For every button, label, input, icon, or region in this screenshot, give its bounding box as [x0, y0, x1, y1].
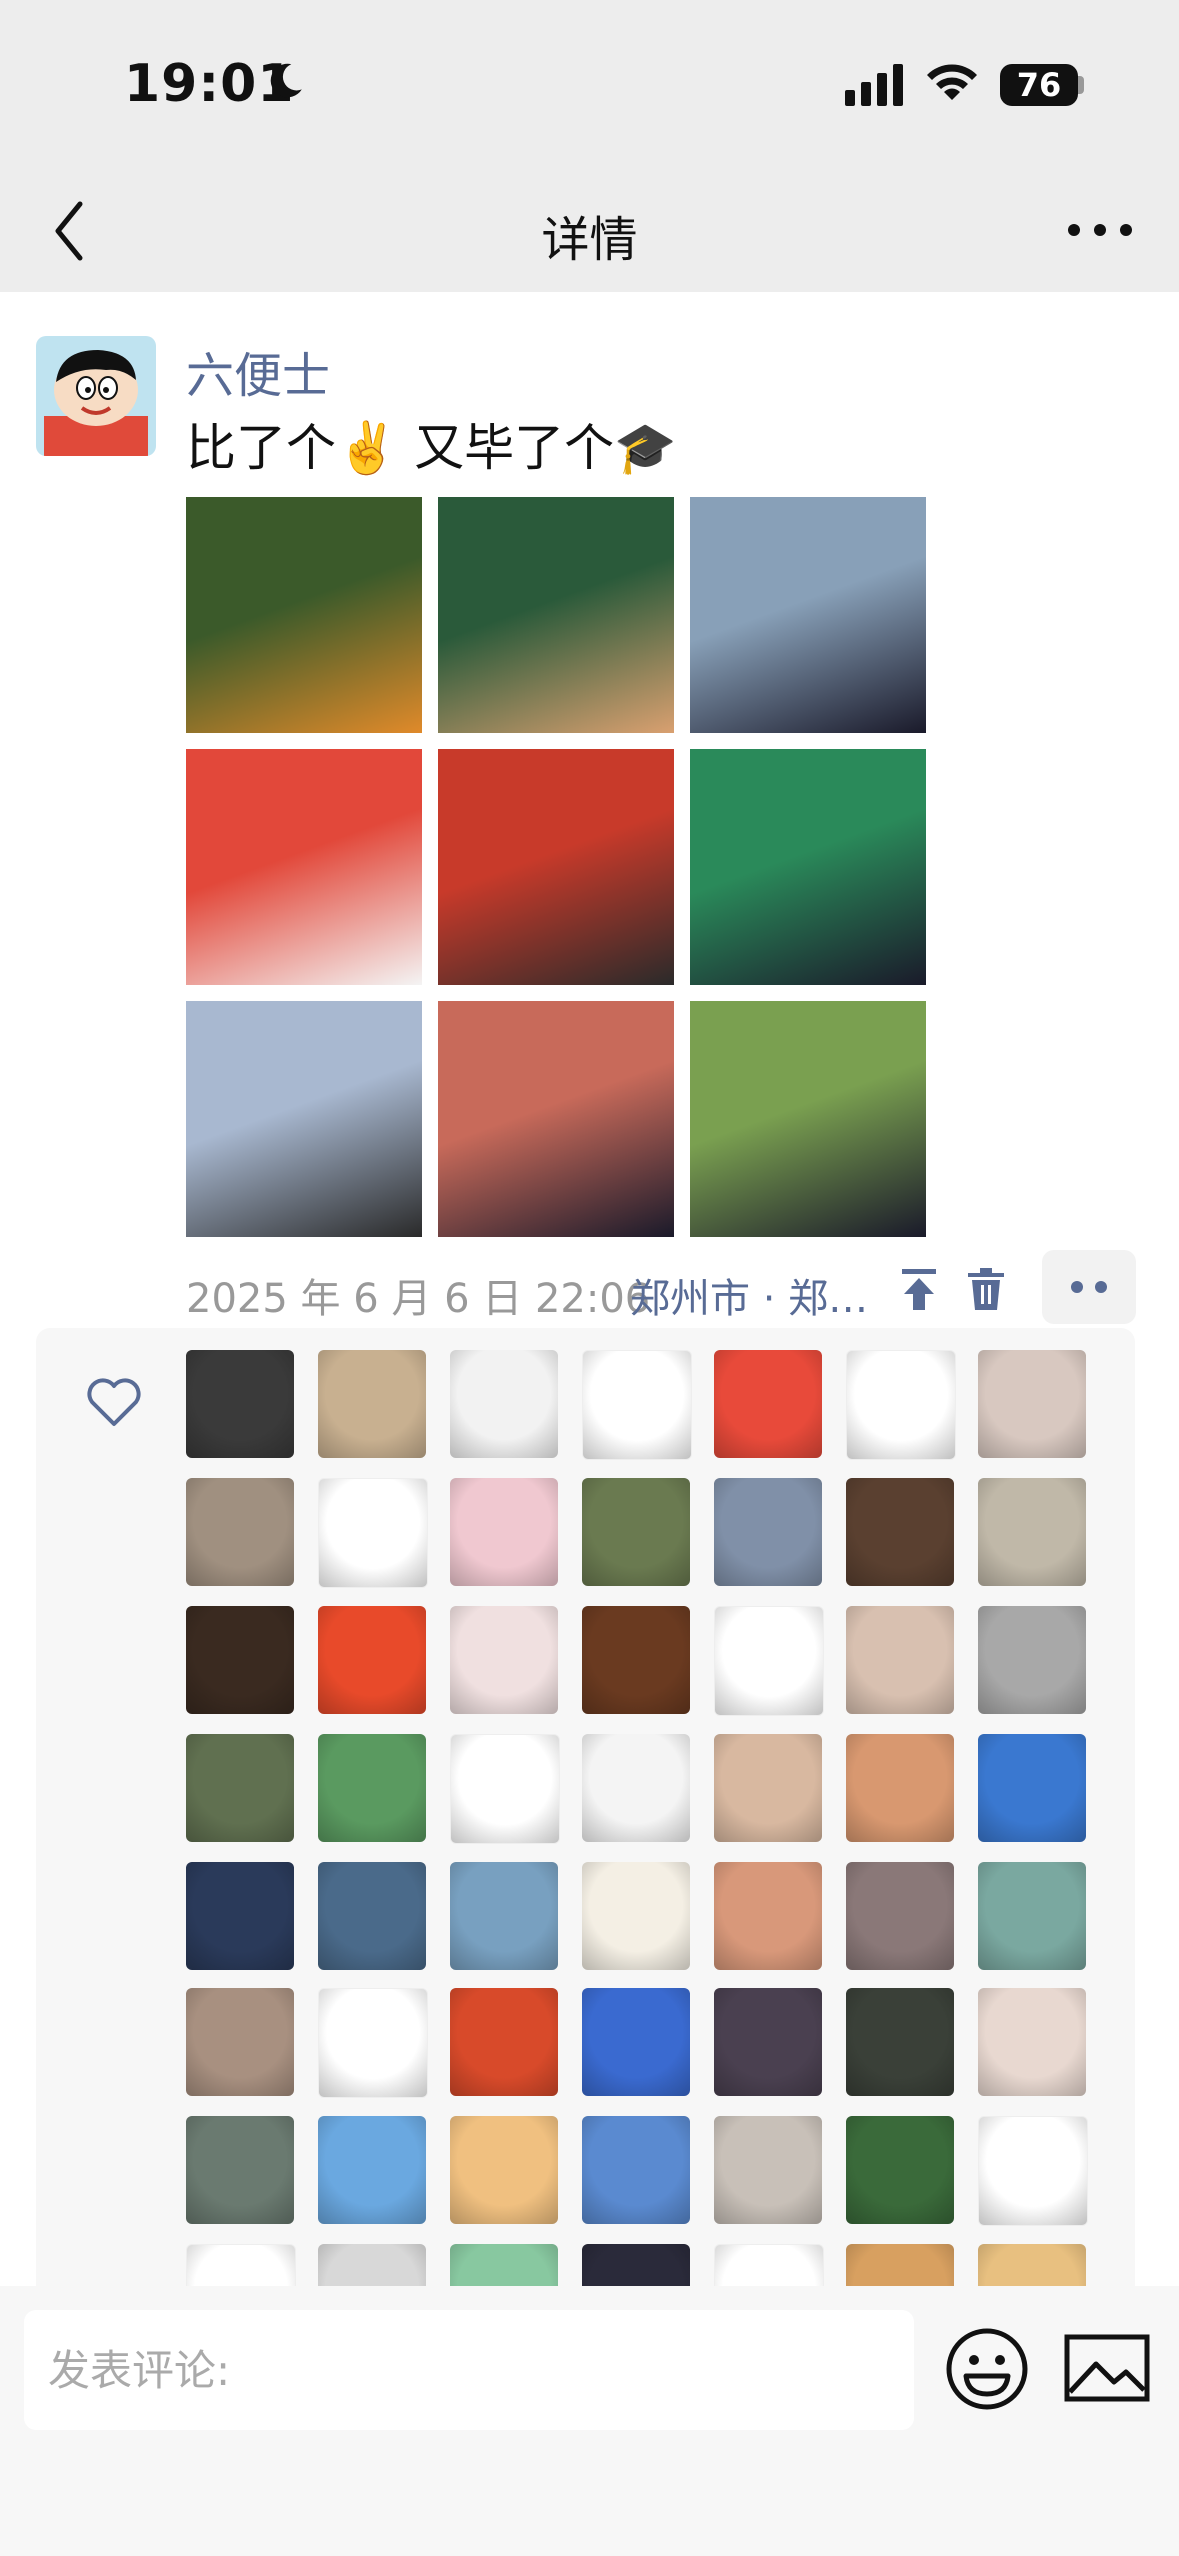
wifi-icon: [927, 64, 977, 100]
liker-avatar[interactable]: [318, 1350, 426, 1458]
post-location[interactable]: 郑州市 · 郑…: [630, 1266, 868, 1324]
liker-avatar[interactable]: [714, 1862, 822, 1970]
liker-avatar[interactable]: [186, 2116, 294, 2224]
liker-avatar[interactable]: [186, 1734, 294, 1842]
liker-avatar[interactable]: [318, 1988, 428, 2098]
liker-avatar[interactable]: [450, 1734, 560, 1844]
liker-avatar[interactable]: [450, 2244, 558, 2286]
post-photo[interactable]: [186, 497, 422, 733]
liker-avatar[interactable]: [846, 1862, 954, 1970]
heart-outline-icon: [87, 1378, 141, 1426]
liker-avatar[interactable]: [582, 1862, 690, 1970]
status-bar: 19:01 76: [0, 0, 1179, 170]
post-photo[interactable]: [438, 497, 674, 733]
liker-avatar[interactable]: [318, 2244, 426, 2286]
liker-avatar[interactable]: [978, 1862, 1086, 1970]
cellular-signal-icon: [845, 64, 903, 106]
liker-avatar[interactable]: [846, 2244, 954, 2286]
liker-avatar[interactable]: [186, 1478, 294, 1586]
post-text: 比了个✌️ 又毕了个🎓: [186, 419, 677, 477]
post-photo[interactable]: [690, 749, 926, 985]
liker-avatar[interactable]: [318, 1862, 426, 1970]
two-dots-icon: [1071, 1281, 1107, 1293]
liker-avatar[interactable]: [978, 1478, 1086, 1586]
liker-avatar[interactable]: [714, 1988, 822, 2096]
delete-icon[interactable]: [964, 1266, 1008, 1312]
liker-avatar[interactable]: [582, 2244, 690, 2286]
liker-avatar[interactable]: [978, 1988, 1086, 2096]
pin-to-top-icon[interactable]: [896, 1266, 942, 1312]
liker-avatar[interactable]: [186, 1862, 294, 1970]
navigation-bar: 详情: [0, 170, 1179, 292]
liker-avatar[interactable]: [186, 1606, 294, 1714]
liker-avatar[interactable]: [450, 1606, 558, 1714]
liker-avatar[interactable]: [978, 1350, 1086, 1458]
post-photo[interactable]: [186, 749, 422, 985]
post-photo[interactable]: [690, 1001, 926, 1237]
post-photo[interactable]: [438, 749, 674, 985]
post-photo[interactable]: [690, 497, 926, 733]
liker-avatar[interactable]: [450, 1862, 558, 1970]
liker-avatar[interactable]: [846, 1734, 954, 1842]
post-photo[interactable]: [186, 1001, 422, 1237]
liker-avatar[interactable]: [714, 1478, 822, 1586]
liker-avatar[interactable]: [318, 1478, 428, 1588]
liker-avatar[interactable]: [318, 1734, 426, 1842]
liker-avatar[interactable]: [714, 1606, 824, 1716]
post-photo[interactable]: [438, 1001, 674, 1237]
comment-bar: [0, 2286, 1179, 2556]
liker-avatar[interactable]: [450, 1478, 558, 1586]
liker-avatar[interactable]: [318, 2116, 426, 2224]
liker-avatar[interactable]: [582, 1734, 690, 1842]
liker-avatar[interactable]: [582, 1350, 692, 1460]
liker-avatar[interactable]: [714, 2116, 822, 2224]
likes-panel: [36, 1328, 1135, 2286]
liker-avatar-grid: [186, 1350, 1088, 2286]
liker-avatar[interactable]: [186, 1988, 294, 2096]
username[interactable]: 六便士: [186, 336, 330, 406]
comment-like-menu-button[interactable]: [1042, 1250, 1136, 1324]
photo-grid: [186, 497, 926, 1237]
liker-avatar[interactable]: [582, 1988, 690, 2096]
image-picker-icon[interactable]: [1064, 2334, 1150, 2402]
liker-avatar[interactable]: [582, 1478, 690, 1586]
page-title: 详情: [541, 212, 638, 268]
comment-input[interactable]: [24, 2310, 914, 2430]
liker-avatar[interactable]: [186, 2244, 296, 2286]
more-options-icon[interactable]: [1060, 200, 1140, 260]
liker-avatar[interactable]: [582, 1606, 690, 1714]
liker-avatar[interactable]: [978, 1734, 1086, 1842]
liker-avatar[interactable]: [450, 1988, 558, 2096]
liker-avatar[interactable]: [318, 1606, 426, 1714]
post-timestamp: 2025 年 6 月 6 日 22:06: [186, 1276, 651, 1322]
liker-avatar[interactable]: [978, 2244, 1086, 2286]
liker-avatar[interactable]: [846, 1478, 954, 1586]
battery-tip: [1078, 76, 1084, 94]
liker-avatar[interactable]: [846, 1606, 954, 1714]
liker-avatar[interactable]: [450, 2116, 558, 2224]
liker-avatar[interactable]: [978, 2116, 1088, 2226]
emoji-icon[interactable]: [944, 2326, 1030, 2412]
liker-avatar[interactable]: [714, 2244, 824, 2286]
post-meta-row: 2025 年 6 月 6 日 22:06 郑州市 · 郑…: [186, 1242, 1136, 1332]
liker-avatar[interactable]: [714, 1350, 822, 1458]
liker-avatar[interactable]: [978, 1606, 1086, 1714]
liker-avatar[interactable]: [846, 1988, 954, 2096]
battery-indicator: 76: [1000, 64, 1078, 106]
liker-avatar[interactable]: [450, 1350, 558, 1458]
liker-avatar[interactable]: [846, 2116, 954, 2224]
liker-avatar[interactable]: [582, 2116, 690, 2224]
moon-icon: [270, 63, 302, 98]
user-avatar[interactable]: [36, 336, 156, 456]
liker-avatar[interactable]: [846, 1350, 956, 1460]
liker-avatar[interactable]: [186, 1350, 294, 1458]
post-detail: 六便士 比了个✌️ 又毕了个🎓 2025 年 6 月 6 日 22:06 郑州市…: [0, 292, 1179, 2286]
liker-avatar[interactable]: [714, 1734, 822, 1842]
